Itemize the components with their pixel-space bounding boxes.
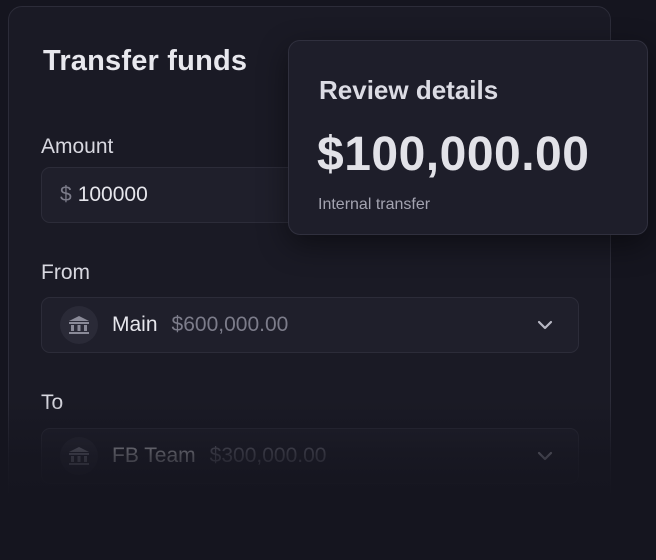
review-title: Review details [319, 75, 499, 105]
from-account-name: Main [112, 313, 158, 336]
bank-icon [60, 306, 98, 344]
to-account-balance: $300,000.00 [209, 444, 327, 467]
amount-value: 100000 [77, 183, 148, 206]
currency-symbol: $ [60, 183, 72, 206]
from-account-select[interactable]: Main $600,000.00 [41, 297, 579, 353]
chevron-down-icon[interactable] [536, 316, 554, 334]
to-account-select[interactable]: FB Team $300,000.00 [41, 428, 579, 484]
bank-icon [60, 437, 98, 475]
card-title: Transfer funds [43, 45, 248, 77]
review-subtitle: Internal transfer [318, 196, 431, 213]
review-amount: $100,000.00 [317, 128, 590, 181]
amount-label: Amount [41, 135, 114, 158]
chevron-down-icon[interactable] [536, 447, 554, 465]
review-details-card: Review details $100,000.00 Internal tran… [288, 40, 648, 235]
to-label: To [41, 391, 64, 414]
from-account-balance: $600,000.00 [171, 313, 289, 336]
from-label: From [41, 261, 90, 284]
to-account-name: FB Team [112, 444, 196, 467]
